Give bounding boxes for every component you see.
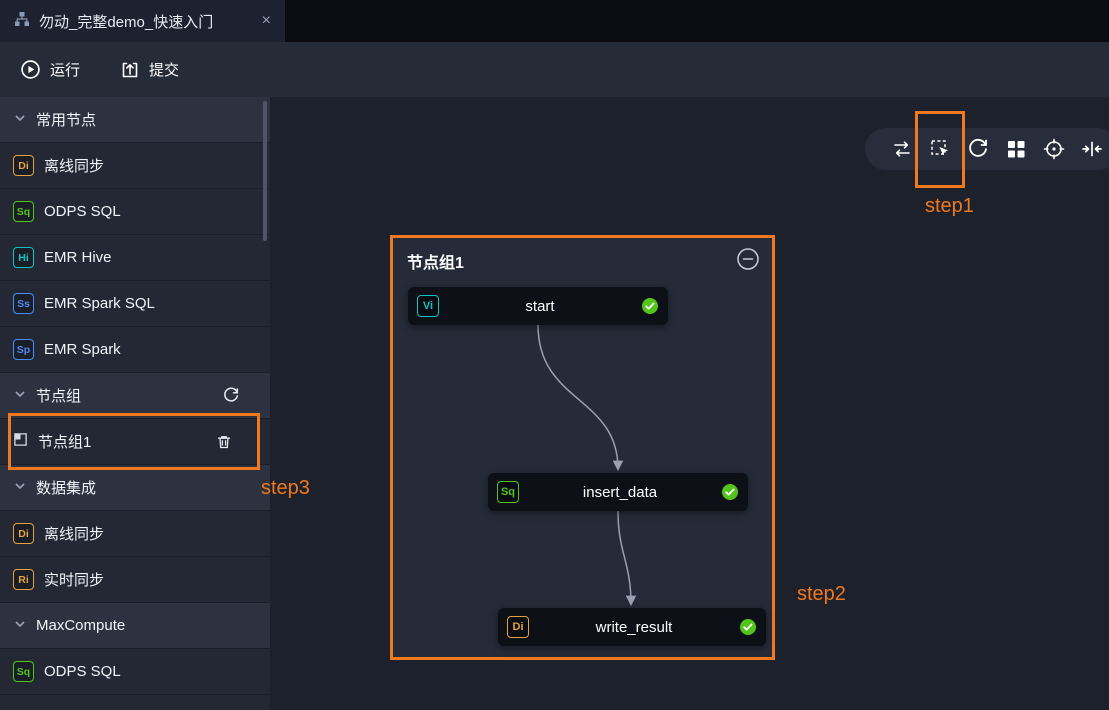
node-write-result[interactable]: Di write_result (498, 608, 766, 646)
success-status-icon (641, 297, 659, 315)
item-label: 离线同步 (44, 523, 104, 544)
annotation-step2: step2 (797, 583, 846, 606)
ss-node-badge: Ss (13, 293, 34, 314)
success-status-icon (739, 618, 757, 636)
sidebar-item-emr-spark[interactable]: Sp EMR Spark (0, 327, 270, 373)
workflow-editor-window: 勿动_完整demo_快速入门 × 运行 提交 (0, 0, 1109, 710)
section-label: 常用节点 (36, 109, 96, 130)
ri-node-badge: Ri (13, 569, 34, 590)
node-group-title: 节点组1 (407, 249, 464, 273)
sidebar-item-offline-sync-2[interactable]: Di 离线同步 (0, 511, 270, 557)
sidebar-item-emr-hive[interactable]: Hi EMR Hive (0, 235, 270, 281)
sidebar-item-realtime-sync[interactable]: Ri 实时同步 (0, 557, 270, 603)
canvas-toolbar (865, 128, 1109, 170)
success-status-icon (721, 483, 739, 501)
upload-icon (120, 60, 140, 80)
item-label: EMR Spark SQL (44, 295, 155, 312)
refresh-icon[interactable] (967, 138, 989, 160)
sidebar-item-node-group-1[interactable]: 节点组1 (0, 419, 270, 465)
chevron-down-icon (14, 111, 26, 128)
node-group-icon (13, 432, 28, 451)
chevron-down-icon (14, 617, 26, 634)
sidebar-item-odps-sql-2[interactable]: Sq ODPS SQL (0, 649, 270, 695)
section-label: 节点组 (36, 385, 81, 406)
submit-button[interactable]: 提交 (120, 59, 179, 80)
node-start[interactable]: Vi start (408, 287, 668, 325)
sidebar-section-maxcompute[interactable]: MaxCompute (0, 603, 270, 649)
di-node-badge: Di (13, 523, 34, 544)
fit-view-icon[interactable] (1081, 138, 1103, 160)
swap-arrows-icon[interactable] (891, 138, 913, 160)
vi-node-badge: Vi (417, 295, 439, 317)
workflow-canvas[interactable]: step1 节点组1 (270, 97, 1109, 710)
play-circle-icon (20, 59, 41, 80)
chevron-down-icon (14, 387, 26, 404)
run-button[interactable]: 运行 (20, 59, 80, 80)
trash-icon[interactable] (216, 434, 232, 450)
sidebar-item-emr-spark-sql[interactable]: Ss EMR Spark SQL (0, 281, 270, 327)
marquee-select-icon[interactable] (929, 138, 951, 160)
node-label: start (447, 298, 633, 315)
chevron-down-icon (14, 479, 26, 496)
sidebar-item-odps-sql[interactable]: Sq ODPS SQL (0, 189, 270, 235)
tab-title: 勿动_完整demo_快速入门 (39, 11, 213, 32)
close-icon[interactable]: × (262, 13, 271, 29)
refresh-icon[interactable] (222, 387, 240, 405)
sq-node-badge: Sq (13, 201, 34, 222)
item-label: ODPS SQL (44, 663, 121, 680)
section-label: MaxCompute (36, 617, 125, 634)
sidebar-section-common-nodes[interactable]: 常用节点 (0, 97, 270, 143)
di-node-badge: Di (13, 155, 34, 176)
annotation-step3: step3 (261, 477, 310, 500)
node-insert-data[interactable]: Sq insert_data (488, 473, 748, 511)
locate-icon[interactable] (1043, 138, 1065, 160)
sidebar-section-node-group[interactable]: 节点组 (0, 373, 270, 419)
item-label: EMR Hive (44, 249, 112, 266)
item-label: 实时同步 (44, 569, 104, 590)
node-group[interactable]: 节点组1 Vi (390, 235, 775, 660)
sq-node-badge: Sq (13, 661, 34, 682)
item-label: ODPS SQL (44, 203, 121, 220)
sitemap-icon (14, 11, 30, 32)
sidebar-item-offline-sync[interactable]: Di 离线同步 (0, 143, 270, 189)
submit-label: 提交 (149, 59, 179, 80)
node-label: insert_data (527, 484, 713, 501)
section-label: 数据集成 (36, 477, 96, 498)
node-label: write_result (537, 619, 731, 636)
run-label: 运行 (50, 59, 80, 80)
tab-bar: 勿动_完整demo_快速入门 × (0, 0, 1109, 42)
item-label: 节点组1 (38, 431, 91, 452)
sidebar-scrollbar[interactable] (263, 101, 267, 241)
hi-node-badge: Hi (13, 247, 34, 268)
node-palette-sidebar: 常用节点 Di 离线同步 Sq ODPS SQL Hi EMR Hive Ss … (0, 97, 270, 710)
tab-workflow[interactable]: 勿动_完整demo_快速入门 × (0, 0, 285, 42)
sp-node-badge: Sp (13, 339, 34, 360)
command-toolbar: 运行 提交 (0, 42, 1109, 97)
item-label: EMR Spark (44, 341, 121, 358)
grid-view-icon[interactable] (1005, 138, 1027, 160)
annotation-step1: step1 (925, 195, 974, 218)
sq-node-badge: Sq (497, 481, 519, 503)
di-node-badge: Di (507, 616, 529, 638)
sidebar-section-data-integration[interactable]: 数据集成 (0, 465, 270, 511)
item-label: 离线同步 (44, 155, 104, 176)
collapse-group-button[interactable] (736, 247, 760, 276)
